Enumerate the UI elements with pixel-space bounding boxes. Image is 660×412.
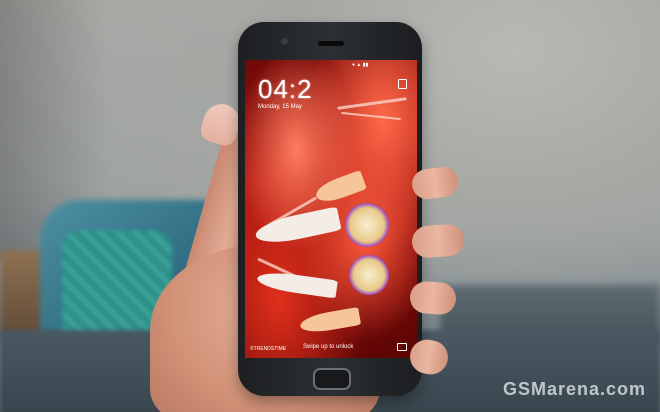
front-camera: [281, 38, 288, 45]
padlock-icon: [398, 79, 407, 89]
earpiece-speaker: [318, 41, 344, 46]
hand-finger: [408, 280, 458, 316]
lock-clock: 04:2: [258, 74, 313, 104]
hand-finger: [410, 223, 466, 259]
site-watermark: GSMarena.com: [502, 379, 646, 399]
wallpaper-credit: ©TRENDSTIME: [250, 346, 287, 352]
lock-date: Monday, 15 May: [258, 104, 302, 110]
camera-icon[interactable]: [397, 343, 407, 351]
photo-scene: 04:2 Monday, 15 May ● ▲ ▮▮ ©TRENDSTIME S…: [0, 0, 660, 412]
home-button[interactable]: [313, 368, 351, 390]
wallpaper-disc: [349, 255, 389, 295]
status-icons: ● ▲ ▮▮: [352, 62, 369, 68]
swipe-unlock-hint[interactable]: Swipe up to unlock: [303, 344, 353, 350]
wallpaper-disc: [345, 203, 389, 247]
